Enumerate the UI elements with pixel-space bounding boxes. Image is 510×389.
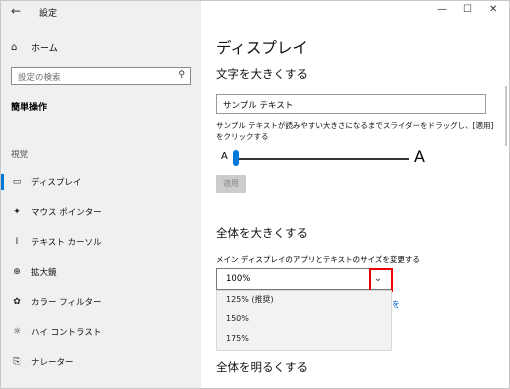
search-placeholder: 設定の検索 xyxy=(18,73,61,83)
sidebar-item-high-contrast[interactable]: ☼ ハイ コントラスト xyxy=(1,321,201,343)
brightness-heading: 全体を明るくする xyxy=(216,360,308,374)
sidebar-item-label: ディスプレイ xyxy=(31,178,82,188)
search-input[interactable]: 設定の検索 ⚲ xyxy=(11,67,191,85)
sidebar-item-label: 拡大鏡 xyxy=(31,268,57,278)
scale-dropdown-list: 125% (推奨) 150% 175% xyxy=(216,290,392,351)
scrollbar[interactable] xyxy=(505,86,507,146)
sidebar-item-display[interactable]: ▭ ディスプレイ xyxy=(1,171,201,193)
back-arrow-icon[interactable]: ← xyxy=(11,4,21,18)
scale-heading: 全体を大きくする xyxy=(216,226,308,240)
slider-min-label: A xyxy=(221,151,228,162)
sidebar-item-magnifier[interactable]: ⊕ 拡大鏡 xyxy=(1,261,201,283)
slider-thumb[interactable] xyxy=(233,150,239,166)
highlight-box xyxy=(369,268,393,292)
home-icon: ⌂ xyxy=(11,41,18,53)
color-filter-icon: ✿ xyxy=(13,297,21,307)
home-label: ホーム xyxy=(31,43,58,54)
sidebar-item-label: カラー フィルター xyxy=(31,298,102,308)
minimize-icon[interactable]: — xyxy=(437,4,447,15)
text-size-heading: 文字を大きくする xyxy=(216,67,308,81)
text-cursor-icon: I xyxy=(15,237,19,247)
dropdown-option[interactable]: 150% xyxy=(226,314,249,323)
narrator-icon: ⎘ xyxy=(13,357,21,367)
sample-text-box: サンプル テキスト xyxy=(216,94,486,114)
scale-label: メイン ディスプレイのアプリとテキストのサイズを変更する xyxy=(216,255,420,264)
settings-window: ← 設定 ⌂ ホーム 設定の検索 ⚲ 簡単操作 視覚 ▭ ディスプレイ ✦ マウ… xyxy=(0,0,510,389)
slider-max-label: A xyxy=(414,147,425,166)
section-title: 簡単操作 xyxy=(11,103,48,113)
sample-text: サンプル テキスト xyxy=(223,101,294,111)
dropdown-option[interactable]: 175% xyxy=(226,334,249,343)
group-label: 視覚 xyxy=(11,150,29,160)
sidebar-item-text-cursor[interactable]: I テキスト カーソル xyxy=(1,231,201,253)
close-icon[interactable]: ✕ xyxy=(489,4,497,15)
text-size-description: サンプル テキストが読みやすい大きさになるまでスライダーをドラッグし、[適用] … xyxy=(216,121,494,141)
text-size-slider[interactable]: A A xyxy=(216,147,431,169)
page-title: ディスプレイ xyxy=(216,39,308,57)
sidebar-item-label: ナレーター xyxy=(31,358,74,368)
mouse-pointer-icon: ✦ xyxy=(13,207,21,217)
scale-dropdown[interactable]: 100% ⌄ xyxy=(216,268,392,290)
monitor-icon: ▭ xyxy=(12,177,22,187)
search-icon[interactable]: ⚲ xyxy=(178,70,185,80)
content-pane: — ☐ ✕ ディスプレイ 文字を大きくする サンプル テキスト サンプル テキス… xyxy=(201,1,509,388)
sidebar-item-label: ハイ コントラスト xyxy=(31,328,102,338)
scale-selected-value: 100% xyxy=(226,274,251,284)
apply-button[interactable]: 適用 xyxy=(216,175,246,193)
sidebar-item-label: マウス ポインター xyxy=(31,208,102,218)
sidebar-item-label: テキスト カーソル xyxy=(31,238,102,248)
magnifier-icon: ⊕ xyxy=(13,267,21,277)
title-bar: ← 設定 xyxy=(1,1,201,23)
window-title: 設定 xyxy=(39,9,58,19)
slider-track[interactable] xyxy=(236,158,409,160)
sidebar-item-mouse-pointer[interactable]: ✦ マウス ポインター xyxy=(1,201,201,223)
maximize-icon[interactable]: ☐ xyxy=(463,4,472,15)
dropdown-option[interactable]: 125% (推奨) xyxy=(226,294,274,305)
navigation-pane: ← 設定 ⌂ ホーム 設定の検索 ⚲ 簡単操作 視覚 ▭ ディスプレイ ✦ マウ… xyxy=(1,1,201,388)
high-contrast-icon: ☼ xyxy=(12,327,22,337)
home-nav-item[interactable]: ⌂ ホーム xyxy=(11,39,58,55)
sidebar-item-narrator[interactable]: ⎘ ナレーター xyxy=(1,351,201,373)
partial-link[interactable]: を xyxy=(392,299,400,310)
sidebar-item-color-filter[interactable]: ✿ カラー フィルター xyxy=(1,291,201,313)
